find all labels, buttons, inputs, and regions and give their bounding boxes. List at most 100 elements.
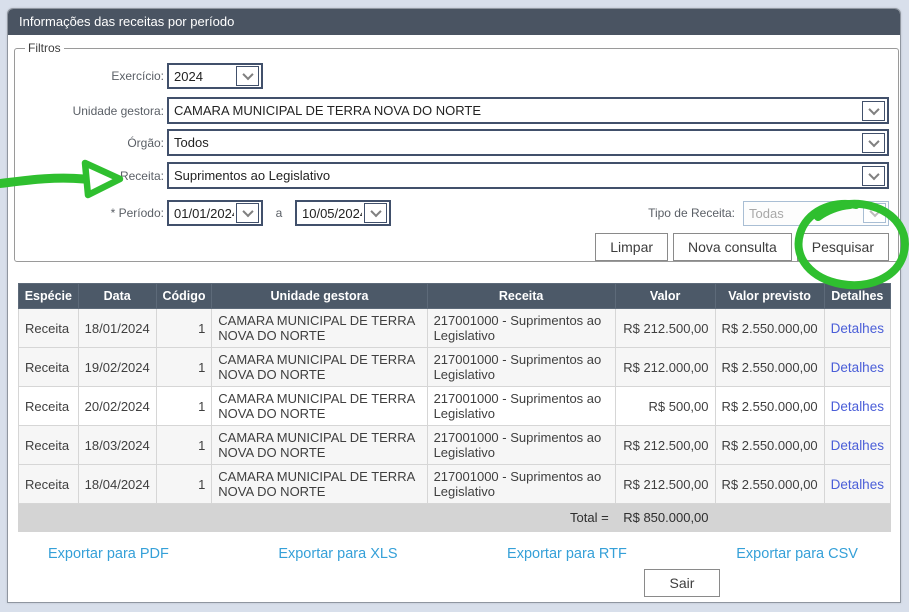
table-cell-prev: R$ 2.550.000,00	[715, 309, 824, 348]
table-cell-especie: Receita	[19, 465, 79, 504]
orgao-select[interactable]: Todos	[167, 129, 889, 156]
table-cell-receita: 217001000 - Suprimentos ao Legislativo	[427, 426, 615, 465]
table-cell-data: 19/02/2024	[78, 348, 156, 387]
total-row: Total = R$ 850.000,00	[19, 504, 891, 532]
tipo-receita-value: Todas	[744, 206, 861, 221]
table-cell-codigo: 1	[156, 387, 212, 426]
filters-fieldset: Filtros Exercício: 2024 Unidade gestora:…	[14, 41, 899, 262]
receita-row: Receita: Suprimentos ao Legislativo	[24, 162, 889, 189]
column-header: Espécie	[19, 284, 79, 309]
table-cell-especie: Receita	[19, 309, 79, 348]
table-cell-prev: R$ 2.550.000,00	[715, 465, 824, 504]
table-cell-valor: R$ 212.500,00	[615, 465, 715, 504]
receita-value: Suprimentos ao Legislativo	[169, 168, 860, 183]
exercicio-select[interactable]: 2024	[167, 63, 263, 89]
export-link-xls[interactable]: Exportar para XLS	[278, 546, 397, 562]
table-cell-data: 20/02/2024	[78, 387, 156, 426]
chevron-down-icon[interactable]	[862, 133, 885, 153]
periodo-to-input[interactable]: 10/05/2024	[295, 200, 391, 226]
receitas-table: EspécieDataCódigoUnidade gestoraReceitaV…	[18, 283, 891, 532]
export-links-row: Exportar para PDF Exportar para XLS Export…	[8, 532, 900, 562]
calendar-dropdown-icon[interactable]	[364, 203, 387, 223]
table-header-row: EspécieDataCódigoUnidade gestoraReceitaV…	[19, 284, 891, 309]
column-header: Unidade gestora	[212, 284, 427, 309]
nova-consulta-button[interactable]: Nova consulta	[673, 233, 792, 261]
orgao-value: Todos	[169, 135, 860, 150]
periodo-separator: a	[263, 206, 295, 220]
table-cell-data: 18/03/2024	[78, 426, 156, 465]
table-cell-unidade: CAMARA MUNICIPAL DE TERRA NOVA DO NORTE	[212, 348, 427, 387]
filter-buttons-row: Limpar Nova consulta Pesquisar	[24, 233, 889, 261]
total-label: Total =	[19, 504, 616, 532]
pesquisar-button[interactable]: Pesquisar	[797, 233, 889, 261]
chevron-down-icon[interactable]	[862, 101, 885, 121]
tipo-receita-label: Tipo de Receita:	[648, 206, 735, 220]
table-cell-data: 18/04/2024	[78, 465, 156, 504]
table-cell-receita: 217001000 - Suprimentos ao Legislativo	[427, 348, 615, 387]
exercicio-value: 2024	[169, 69, 234, 84]
limpar-button[interactable]: Limpar	[595, 233, 668, 261]
column-header: Detalhes	[824, 284, 890, 309]
table-row: Receita20/02/20241CAMARA MUNICIPAL DE TE…	[19, 387, 891, 426]
sair-button[interactable]: Sair	[644, 569, 720, 597]
column-header: Valor	[615, 284, 715, 309]
periodo-row: * Período: 01/01/2024 a 10/05/2024 Tipo …	[24, 200, 889, 226]
filters-legend: Filtros	[25, 41, 64, 55]
orgao-row: Órgão: Todos	[24, 129, 889, 156]
table-cell-unidade: CAMARA MUNICIPAL DE TERRA NOVA DO NORTE	[212, 387, 427, 426]
column-header: Receita	[427, 284, 615, 309]
column-header: Valor previsto	[715, 284, 824, 309]
total-value: R$ 850.000,00	[615, 504, 715, 532]
table-row: Receita18/01/20241CAMARA MUNICIPAL DE TE…	[19, 309, 891, 348]
window-title: Informações das receitas por período	[8, 9, 900, 35]
table-cell-receita: 217001000 - Suprimentos ao Legislativo	[427, 387, 615, 426]
chevron-down-icon[interactable]	[236, 66, 259, 86]
periodo-from-input[interactable]: 01/01/2024	[167, 200, 263, 226]
table-cell-prev: R$ 2.550.000,00	[715, 348, 824, 387]
periodo-label: * Período:	[24, 206, 164, 220]
table-cell-unidade: CAMARA MUNICIPAL DE TERRA NOVA DO NORTE	[212, 426, 427, 465]
table-row: Receita18/03/20241CAMARA MUNICIPAL DE TE…	[19, 426, 891, 465]
table-cell-codigo: 1	[156, 465, 212, 504]
detalhes-link[interactable]: Detalhes	[831, 477, 884, 492]
exercicio-row: Exercício: 2024	[24, 63, 889, 89]
unidade-gestora-row: Unidade gestora: CAMARA MUNICIPAL DE TER…	[24, 97, 889, 124]
table-cell-valor: R$ 212.000,00	[615, 348, 715, 387]
tipo-receita-select: Todas	[743, 201, 889, 226]
calendar-dropdown-icon[interactable]	[236, 203, 259, 223]
table-cell-especie: Receita	[19, 387, 79, 426]
table-cell-valor: R$ 212.500,00	[615, 426, 715, 465]
detalhes-link[interactable]: Detalhes	[831, 438, 884, 453]
unidade-gestora-value: CAMARA MUNICIPAL DE TERRA NOVA DO NORTE	[169, 103, 860, 118]
table-cell-codigo: 1	[156, 309, 212, 348]
export-link-pdf[interactable]: Exportar para PDF	[48, 546, 169, 562]
detalhes-link[interactable]: Detalhes	[831, 360, 884, 375]
table-cell-especie: Receita	[19, 348, 79, 387]
table-cell-receita: 217001000 - Suprimentos ao Legislativo	[427, 465, 615, 504]
chevron-down-icon[interactable]	[862, 166, 885, 186]
receita-select[interactable]: Suprimentos ao Legislativo	[167, 162, 889, 189]
export-link-rtf[interactable]: Exportar para RTF	[507, 546, 627, 562]
table-cell-unidade: CAMARA MUNICIPAL DE TERRA NOVA DO NORTE	[212, 309, 427, 348]
table-row: Receita19/02/20241CAMARA MUNICIPAL DE TE…	[19, 348, 891, 387]
detalhes-link[interactable]: Detalhes	[831, 321, 884, 336]
table-cell-valor: R$ 212.500,00	[615, 309, 715, 348]
chevron-down-icon	[863, 203, 886, 223]
table-row: Receita18/04/20241CAMARA MUNICIPAL DE TE…	[19, 465, 891, 504]
table-cell-data: 18/01/2024	[78, 309, 156, 348]
table-cell-especie: Receita	[19, 426, 79, 465]
column-header: Data	[78, 284, 156, 309]
exercicio-label: Exercício:	[24, 69, 164, 83]
table-cell-prev: R$ 2.550.000,00	[715, 426, 824, 465]
revenue-report-window: Informações das receitas por período Fil…	[7, 8, 901, 603]
periodo-to-value: 10/05/2024	[297, 206, 362, 221]
table-cell-valor: R$ 500,00	[615, 387, 715, 426]
periodo-from-value: 01/01/2024	[169, 206, 234, 221]
unidade-gestora-select[interactable]: CAMARA MUNICIPAL DE TERRA NOVA DO NORTE	[167, 97, 889, 124]
receita-label: Receita:	[24, 169, 164, 183]
table-cell-unidade: CAMARA MUNICIPAL DE TERRA NOVA DO NORTE	[212, 465, 427, 504]
detalhes-link[interactable]: Detalhes	[831, 399, 884, 414]
table-cell-codigo: 1	[156, 426, 212, 465]
orgao-label: Órgão:	[24, 136, 164, 150]
export-link-csv[interactable]: Exportar para CSV	[736, 546, 858, 562]
